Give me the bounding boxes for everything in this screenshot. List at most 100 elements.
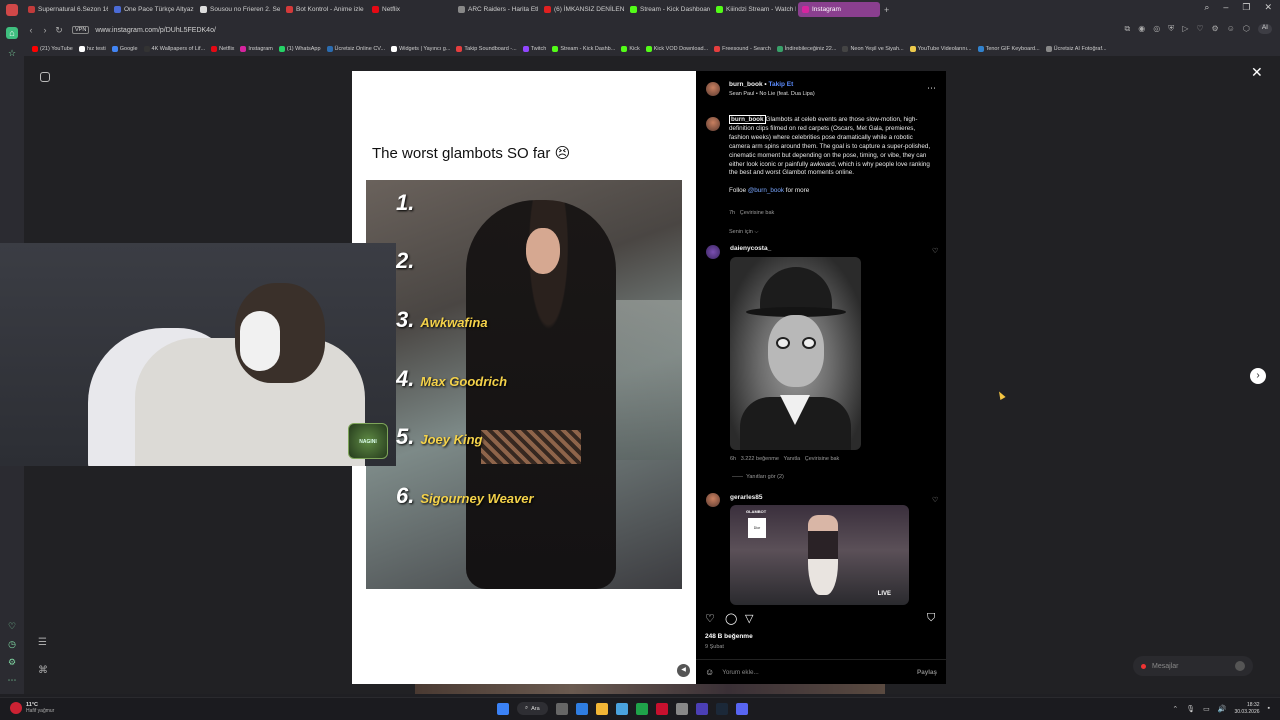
notifications-icon[interactable]: ▪ — [1268, 705, 1270, 712]
bookmark-item[interactable]: Neon Yeşil ve Siyah... — [842, 45, 904, 52]
opera-icon[interactable] — [655, 702, 668, 715]
share-icon[interactable]: ▽ — [745, 612, 753, 625]
follow-button[interactable]: Takip Et — [768, 81, 793, 88]
app-icon[interactable] — [675, 702, 688, 715]
more-icon[interactable]: ⋯ — [6, 674, 18, 686]
bookmark-item[interactable]: Stream - Kick Dashb... — [552, 45, 615, 52]
play-icon[interactable]: ▷ — [1182, 24, 1188, 34]
favorites-icon[interactable]: ♡ — [6, 620, 18, 632]
more-options-icon[interactable]: ⋯ — [927, 83, 936, 94]
bookmark-star-icon[interactable]: ♡ — [1196, 24, 1203, 34]
bookmark-item[interactable]: YouTube Videolarını... — [909, 45, 972, 52]
profile-icon[interactable]: ☺ — [1227, 24, 1235, 34]
minimize-icon[interactable]: – — [1223, 2, 1228, 13]
tab-3[interactable]: Bot Kontrol - Anime izle — [282, 2, 366, 17]
bookmark-item[interactable]: 4K Wallpapers of Lif... — [143, 45, 205, 52]
bookmark-item[interactable]: İndirebileceğiniz 22... — [776, 45, 836, 52]
search-tabs-icon[interactable]: ⌕ — [1204, 2, 1209, 13]
tab-0[interactable]: Supernatural 6.Sezon 16.B — [24, 2, 108, 17]
comment-username[interactable]: daienycosta_ — [730, 245, 771, 252]
bookmark-item[interactable]: Ücretsiz AI Fotoğraf... — [1045, 45, 1107, 52]
close-window-icon[interactable]: ✕ — [1264, 2, 1272, 13]
comment-input[interactable]: Yorum ekle... — [722, 669, 909, 676]
comment-translate-link[interactable]: Çevirisine bak — [805, 456, 840, 462]
bookmark-item[interactable]: Takip Soundboard -... — [456, 45, 517, 52]
meta-icon[interactable]: ⌘ — [38, 665, 48, 676]
instagram-logo-icon[interactable] — [40, 72, 50, 82]
next-post-button[interactable]: › — [1250, 368, 1266, 384]
new-tab-icon[interactable]: + — [880, 5, 893, 15]
home-icon[interactable]: ⌂ — [6, 27, 18, 39]
view-icon[interactable]: ◉ — [1138, 24, 1145, 34]
comment-image[interactable]: GLAMBOT Dior LIVE — [730, 505, 909, 605]
bookmark-item[interactable]: hız testi — [78, 45, 106, 52]
bookmark-item[interactable]: Kick VOD Download... — [645, 45, 708, 52]
obs-icon[interactable] — [695, 702, 708, 715]
copilot-icon[interactable] — [575, 702, 588, 715]
bookmark-item[interactable]: Ücretsiz Online CV... — [326, 45, 385, 52]
emoji-icon[interactable]: ☺ — [705, 667, 714, 677]
post-video[interactable]: 1. 2. 3. Awkwafina 4. Max Goodrich 5. Joey King… — [366, 180, 682, 589]
camera-icon[interactable]: ◎ — [1153, 24, 1160, 34]
tab-5[interactable]: ARC Raiders - Harita Etkil — [454, 2, 538, 17]
forward-icon[interactable]: › — [38, 25, 52, 35]
settings-sidebar-icon[interactable]: ⚙ — [6, 656, 18, 668]
bookmark-item[interactable]: Freesound - Search — [714, 45, 771, 52]
tab-4[interactable]: Netflix — [368, 2, 452, 17]
caption-mention[interactable]: @burn_book — [748, 187, 784, 194]
start-icon[interactable] — [497, 702, 509, 715]
save-icon[interactable]: ⛉ — [927, 612, 935, 625]
volume-icon[interactable]: 🔊 — [1218, 705, 1227, 713]
file-explorer-icon[interactable] — [595, 702, 608, 715]
post-media[interactable]: The worst glambots SO far 😣 1. 2. 3. Awkwaf… — [352, 71, 696, 684]
bookmark-item[interactable]: Widgets | Yayıncı g... — [391, 45, 450, 52]
comment-reply-link[interactable]: Yanıtla — [783, 456, 800, 462]
tab-9[interactable]: Instagram — [798, 2, 880, 17]
menu-icon[interactable]: ☰ — [38, 637, 47, 648]
post-comment-button[interactable]: Paylaş — [917, 669, 937, 676]
comment-like-icon[interactable]: ♡ — [932, 247, 938, 255]
for-you-dropdown[interactable]: Senin için ⌵ — [729, 229, 759, 236]
ai-button[interactable]: AI — [1257, 24, 1272, 34]
bookmark-item[interactable]: Google — [111, 45, 138, 52]
caption-username[interactable]: burn_book — [729, 115, 766, 124]
bookmark-item[interactable]: (1) WhatsApp — [278, 45, 321, 52]
audio-track[interactable]: Sean Paul • No Lie (feat. Dua Lipa) — [729, 91, 815, 97]
comment-image[interactable] — [730, 257, 861, 450]
tab-7[interactable]: Stream - Kick Dashboard — [626, 2, 710, 17]
url-field[interactable]: www.instagram.com/p/DUhL5FEDK4o/ — [95, 27, 216, 34]
task-view-icon[interactable] — [555, 702, 568, 715]
comment-avatar[interactable] — [706, 245, 720, 259]
store-icon[interactable] — [615, 702, 628, 715]
vpn-badge[interactable]: VPN — [72, 26, 90, 34]
discord-icon[interactable] — [735, 702, 748, 715]
weather-widget[interactable]: 11°C Hafif yağmur — [10, 702, 54, 714]
steam-icon[interactable] — [715, 702, 728, 715]
settings-icon[interactable]: ⚙ — [1212, 24, 1219, 34]
browser-logo-icon[interactable] — [6, 3, 18, 16]
comment-icon[interactable]: ◯ — [725, 612, 737, 625]
author-avatar[interactable] — [706, 82, 720, 96]
bookmark-item[interactable]: Tenor GIF Keyboard... — [977, 45, 1040, 52]
reload-icon[interactable]: ↻ — [52, 25, 66, 36]
tab-2[interactable]: Sousou no Frieren 2. Sezo — [196, 2, 280, 17]
microphone-icon[interactable]: 🎙 — [1186, 705, 1195, 713]
maximize-icon[interactable]: ❐ — [1242, 2, 1250, 13]
bookmark-item[interactable]: Instagram — [240, 45, 273, 52]
bookmark-item[interactable]: (21) YouTube — [32, 45, 73, 52]
bookmark-item[interactable]: Twitch — [522, 45, 546, 52]
comment-username[interactable]: gerarles85 — [730, 494, 763, 501]
caption-translate-link[interactable]: Çevirisine bak — [740, 210, 775, 216]
pin-icon[interactable]: ☆ — [6, 47, 18, 59]
extensions-icon[interactable]: ⬡ — [1243, 24, 1250, 34]
tray-overflow-icon[interactable]: ⌃ — [1172, 705, 1178, 713]
taskbar-search[interactable]: ⌕ Ara — [517, 702, 548, 715]
comment-avatar[interactable] — [706, 493, 720, 507]
screenshot-icon[interactable]: ⧉ — [1125, 24, 1131, 34]
tab-6[interactable]: (6) İMKANSIZ DENİLEN M — [540, 2, 624, 17]
like-icon[interactable]: ♡ — [705, 612, 715, 625]
messages-button[interactable]: Mesajlar — [1133, 656, 1253, 676]
comment-likes[interactable]: 3.222 beğenme — [741, 456, 779, 462]
close-post-icon[interactable]: ✕ — [1251, 64, 1263, 81]
network-icon[interactable]: ▭ — [1203, 705, 1210, 713]
